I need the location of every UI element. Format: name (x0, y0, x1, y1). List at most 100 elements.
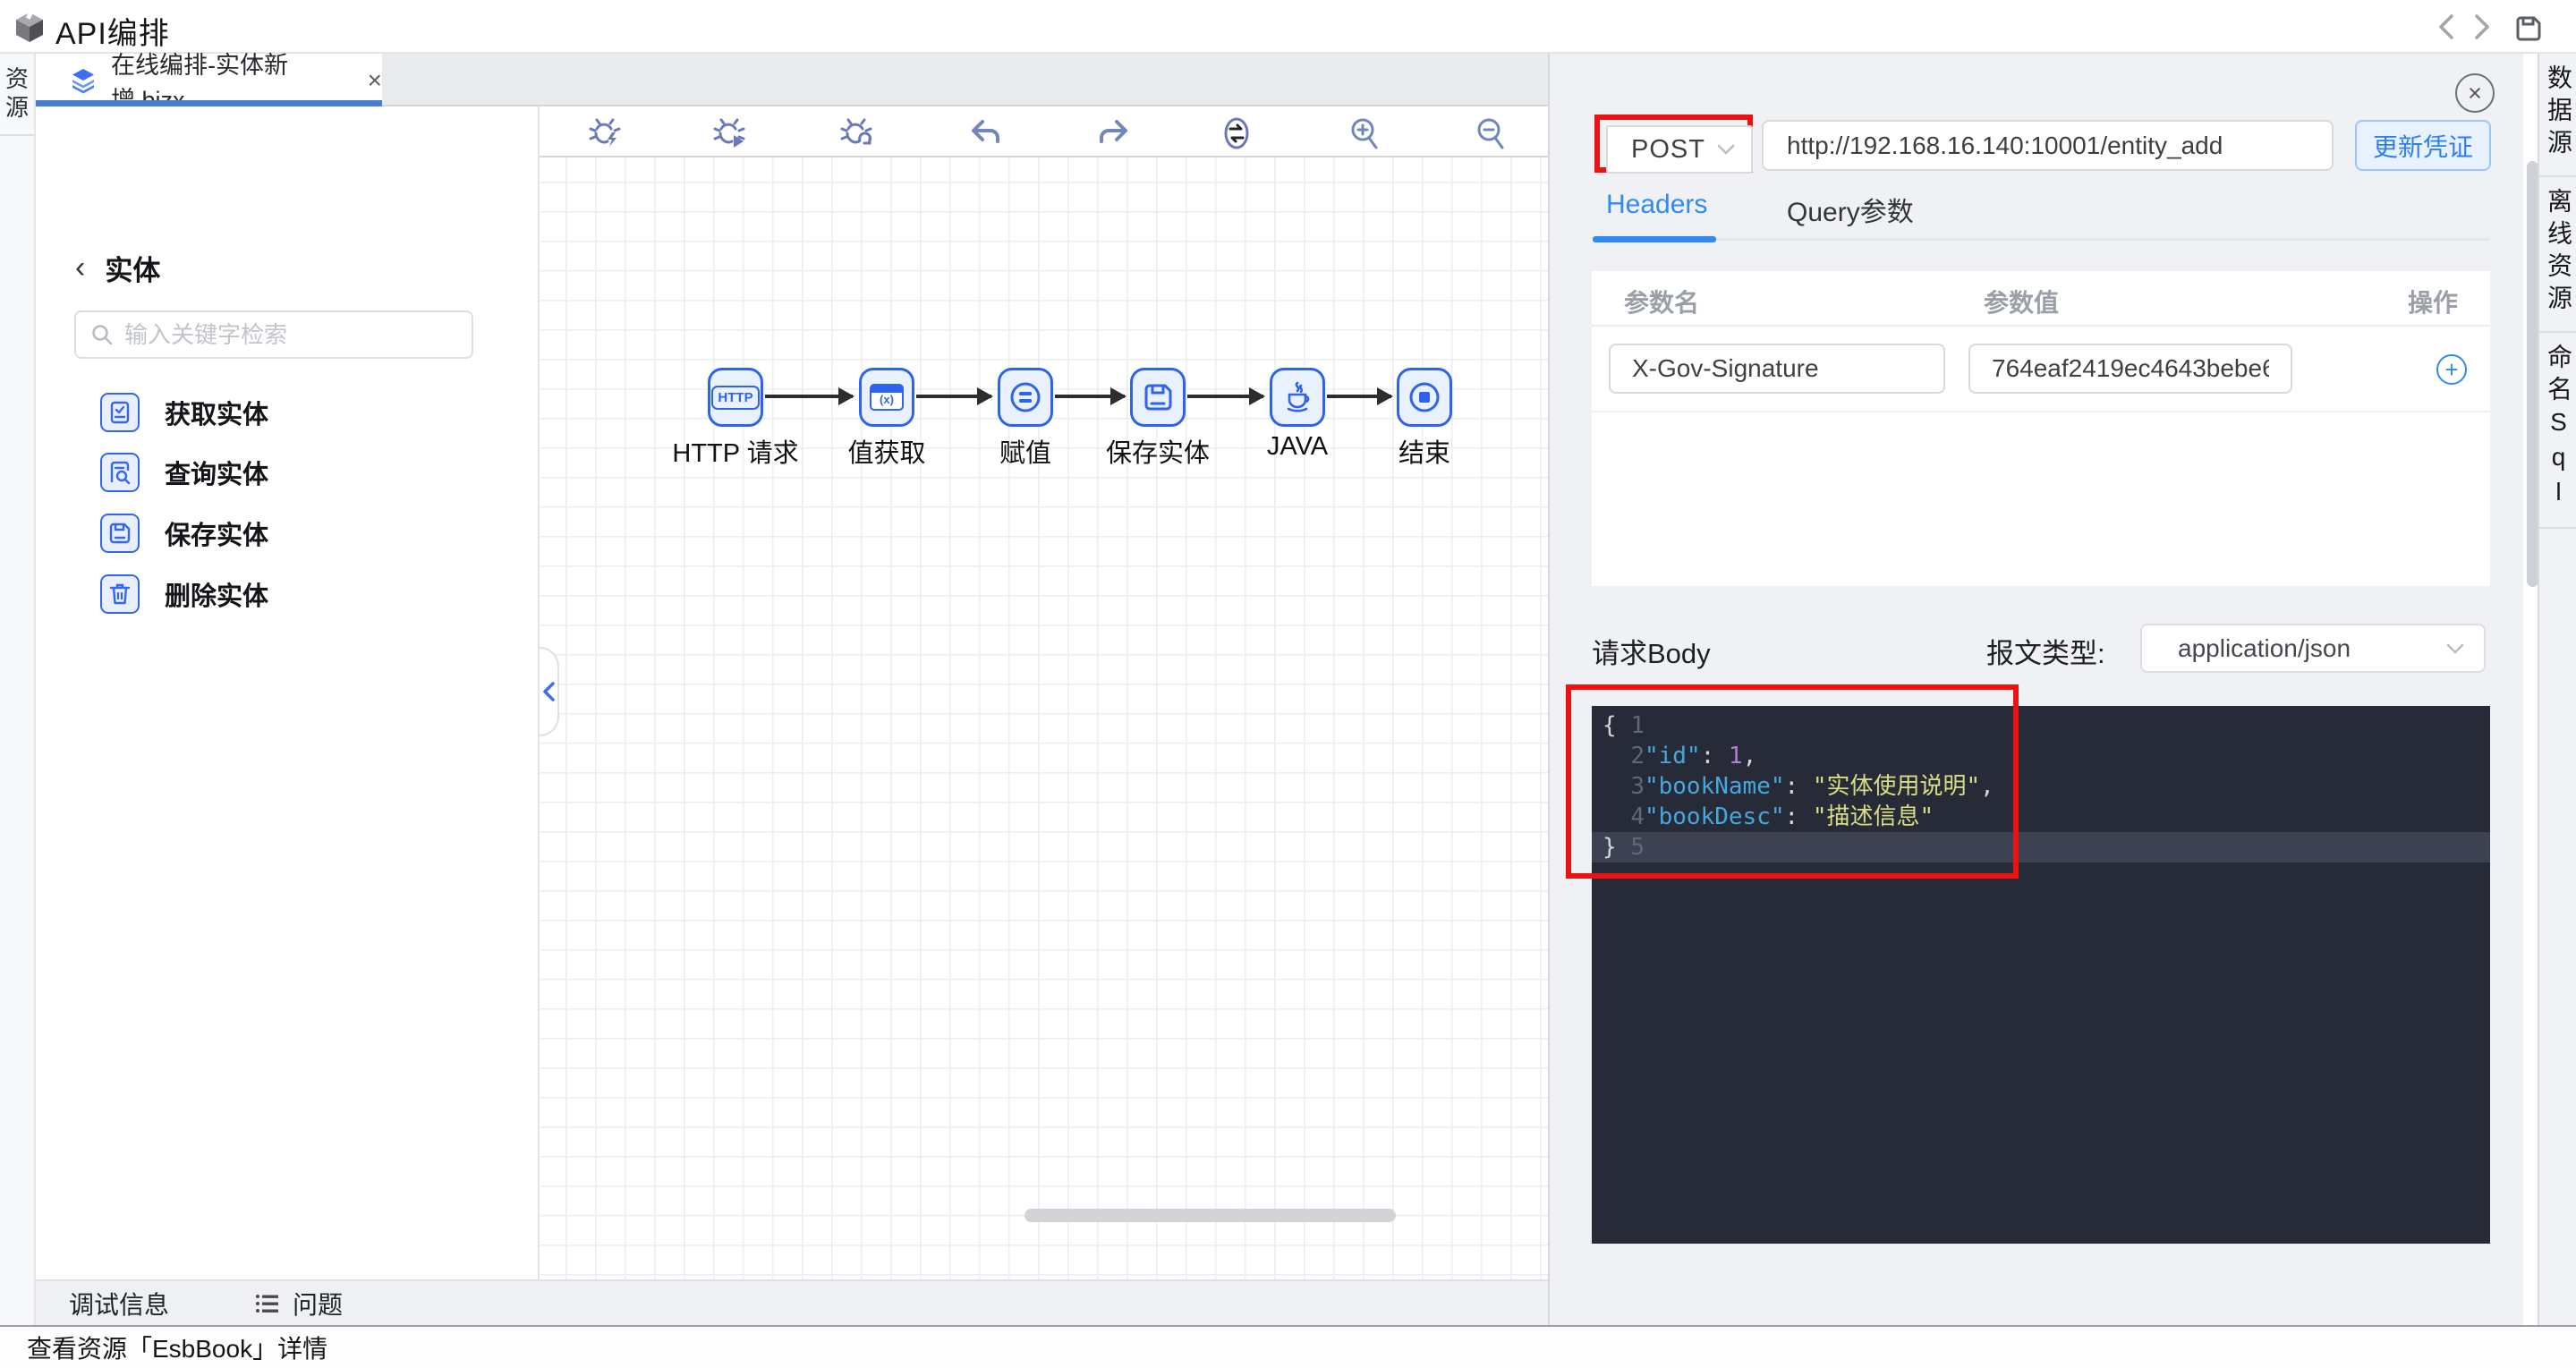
divider (2539, 527, 2576, 529)
tab-query-params[interactable]: Query参数 (1787, 190, 1914, 229)
floppy-disk-icon (1141, 380, 1175, 414)
method-select[interactable]: POST (1606, 125, 1753, 174)
column-header-value: 参数值 (1984, 289, 2060, 317)
debug-run-icon[interactable] (585, 114, 625, 153)
assign-icon (1007, 379, 1043, 415)
zoom-out-icon[interactable] (1471, 114, 1510, 153)
top-bar: API编排 (0, 0, 2576, 54)
param-value-input[interactable] (1968, 344, 2292, 394)
horizontal-scrollbar[interactable] (1024, 1209, 1396, 1222)
headers-table: 参数名 参数值 操作 + (1592, 271, 2490, 586)
url-input[interactable] (1762, 120, 2334, 171)
canvas-toolbar (540, 106, 1548, 157)
node-java[interactable] (1270, 368, 1325, 427)
issues-tab[interactable]: 问题 (255, 1286, 343, 1321)
tab-active-indicator (1593, 236, 1716, 242)
node-save-entity[interactable] (1130, 368, 1186, 427)
node-assign[interactable] (998, 368, 1053, 427)
sidebar-item-delete-entity[interactable]: 删除实体 (100, 569, 422, 619)
flow-canvas: HTTP (x) HTTP 请求 值获取 赋值 保存实体 JAVA 结束 (540, 106, 1548, 1279)
column-header-action: 操作 (2407, 289, 2458, 317)
chevron-down-icon (1717, 144, 1735, 155)
list-icon (255, 1293, 280, 1314)
canvas-grid[interactable] (540, 157, 1548, 1279)
edge-arrow (765, 387, 854, 405)
layers-icon (70, 67, 97, 94)
search-icon (90, 323, 114, 346)
edge-arrow (1187, 387, 1265, 405)
stop-icon (1407, 379, 1442, 415)
node-label: 结束 (1398, 439, 1450, 468)
edge-arrow (916, 387, 993, 405)
content-type-select[interactable]: application/json (2140, 624, 2486, 673)
sidebar-item-label: 删除实体 (165, 582, 269, 611)
status-text[interactable]: 查看资源「EsbBook」详情 (27, 1330, 327, 1365)
document-check-icon (100, 393, 140, 432)
save-icon[interactable] (2511, 11, 2546, 47)
column-header-name: 参数名 (1624, 289, 1700, 317)
sidebar-item-label: 获取实体 (165, 401, 269, 429)
resource-strip-tab[interactable]: 资源 (0, 54, 34, 122)
entity-search-box[interactable] (74, 310, 473, 359)
node-end[interactable] (1397, 368, 1452, 427)
update-credential-button[interactable]: 更新凭证 (2355, 120, 2491, 171)
bottom-panel-bar: 调试信息 问题 (36, 1279, 1548, 1325)
entity-panel-header[interactable]: ‹ 实体 (75, 248, 160, 288)
chevron-down-icon (2446, 643, 2464, 654)
http-request-config-panel: × POST 更新凭证 Headers Query参数 参数名 参数值 操作 (1548, 54, 2538, 1325)
trash-icon (100, 574, 140, 614)
value-get-icon: (x) (870, 384, 904, 411)
edge-arrow (1055, 387, 1126, 405)
close-icon[interactable]: × (2455, 73, 2495, 113)
editor-tab-bar: 在线编排-实体新增.bizx × (36, 52, 1548, 114)
app-window: API编排 资源 在线编排-实体新增. (0, 0, 2576, 1368)
nav-forward-button[interactable] (2466, 9, 2498, 45)
divider (0, 134, 34, 136)
tab-headers[interactable]: Headers (1606, 190, 1707, 220)
param-name-input[interactable] (1609, 344, 1945, 394)
left-resource-strip: 资源 (0, 54, 36, 1325)
panel-collapse-handle[interactable] (540, 647, 559, 736)
edge-arrow (1327, 387, 1393, 405)
entity-panel-title: 实体 (105, 255, 161, 286)
zoom-in-icon[interactable] (1345, 114, 1384, 153)
annotation-box-method: POST (1594, 115, 1753, 174)
method-value: POST (1631, 134, 1705, 164)
table-header-row: 参数名 参数值 操作 (1592, 271, 2490, 327)
node-value-get[interactable]: (x) (859, 368, 914, 427)
document-search-icon (100, 453, 140, 492)
tab-active-underline (36, 100, 382, 106)
nav-back-button[interactable] (2430, 9, 2462, 45)
swap-icon[interactable] (1217, 114, 1256, 153)
table-row: + (1592, 327, 2490, 412)
entity-sidebar-panel: ‹ 实体 获取实体 查询实体 保存实体 (36, 106, 540, 1279)
strip-item-datasource[interactable]: 数据源 (2539, 54, 2576, 175)
request-body-label: 请求Body (1592, 638, 1711, 669)
back-chevron-icon[interactable]: ‹ (75, 251, 85, 285)
undo-icon[interactable] (966, 114, 1006, 153)
redo-icon[interactable] (1093, 114, 1133, 153)
add-param-icon[interactable]: + (2436, 354, 2467, 385)
floppy-disk-icon (100, 514, 140, 553)
strip-item-named-sql[interactable]: 命名Sql (2539, 333, 2576, 527)
status-bar: 查看资源「EsbBook」详情 (0, 1325, 2576, 1368)
sidebar-item-label: 查询实体 (165, 461, 269, 489)
http-icon: HTTP (711, 385, 760, 410)
tab-close-icon[interactable]: × (368, 67, 382, 93)
debug-info-tab[interactable]: 调试信息 (69, 1286, 169, 1321)
java-icon (1280, 380, 1314, 414)
node-http-request[interactable]: HTTP (708, 368, 763, 427)
sidebar-item-get-entity[interactable]: 获取实体 (100, 387, 422, 438)
sidebar-item-query-entity[interactable]: 查询实体 (100, 447, 422, 497)
strip-item-offline-resource[interactable]: 离线资源 (2539, 177, 2576, 331)
sidebar-item-label: 保存实体 (165, 522, 269, 550)
tab-active-file[interactable]: 在线编排-实体新增.bizx × (36, 52, 382, 114)
sidebar-item-save-entity[interactable]: 保存实体 (100, 508, 422, 558)
content-type-value: application/json (2178, 633, 2351, 662)
tab-track (1592, 238, 2490, 241)
debug-step-icon[interactable] (710, 114, 749, 153)
debug-restart-icon[interactable] (837, 114, 876, 153)
annotation-box-body (1566, 684, 2019, 879)
search-input[interactable] (124, 320, 457, 349)
content-type-label: 报文类型: (1986, 638, 2105, 669)
